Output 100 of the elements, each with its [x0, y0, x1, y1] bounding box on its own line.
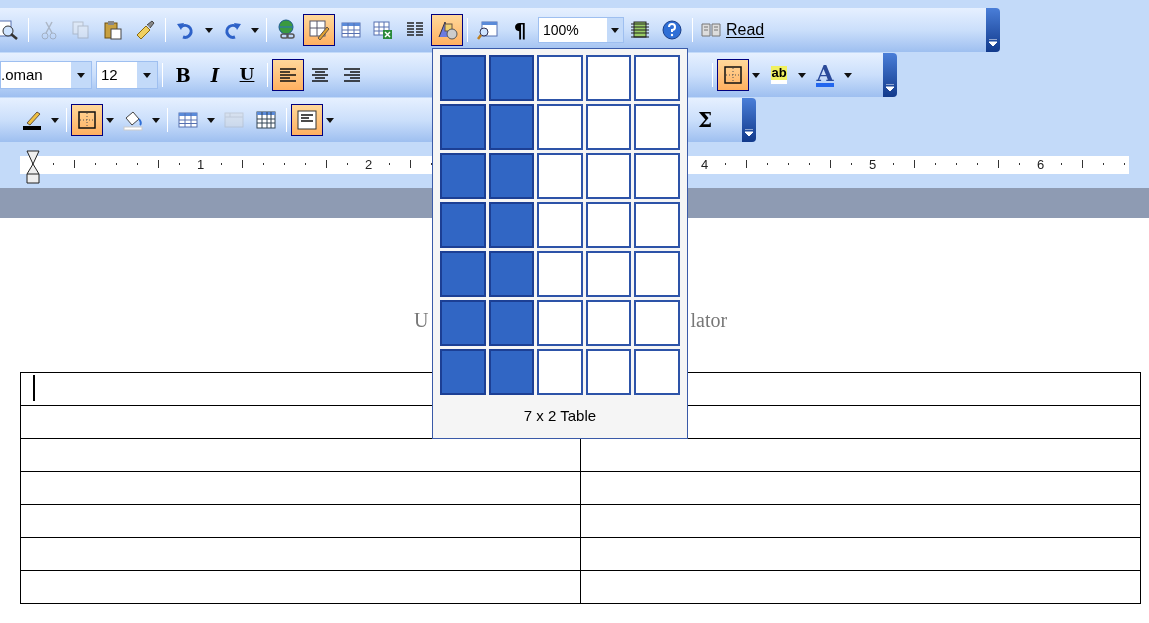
help-icon: [661, 19, 683, 41]
borders-button[interactable]: [717, 59, 749, 91]
grid-cell[interactable]: [634, 300, 680, 346]
document-magnifier-icon: [477, 19, 499, 41]
grid-cell[interactable]: [585, 202, 632, 248]
grid-cell[interactable]: [440, 349, 486, 395]
align-left-button[interactable]: [272, 59, 304, 91]
caret-icon: [205, 27, 213, 33]
grid-cell[interactable]: [440, 153, 486, 199]
table-cell[interactable]: [20, 570, 581, 604]
table-cell[interactable]: [20, 504, 581, 538]
table-cell[interactable]: [20, 471, 581, 505]
cell-alignment-button[interactable]: [291, 104, 323, 136]
toolbar-options-button[interactable]: [742, 98, 756, 142]
highlight-button[interactable]: ab: [763, 59, 795, 91]
grid-cell[interactable]: [537, 55, 583, 101]
table-icon: [177, 109, 199, 131]
zoom-combo[interactable]: 100%: [538, 17, 624, 43]
grid-cell[interactable]: [634, 251, 680, 297]
caret-icon: [844, 72, 852, 78]
split-cells-icon: [255, 109, 277, 131]
grid-cell[interactable]: [440, 104, 486, 150]
heading-text: U: [414, 308, 429, 333]
table-cell[interactable]: [580, 537, 1141, 571]
grid-cell[interactable]: [537, 349, 583, 395]
table-pencil-icon: [308, 19, 330, 41]
bold-button[interactable]: B: [167, 59, 199, 91]
grid-cell[interactable]: [585, 153, 632, 199]
caret-icon: [143, 72, 151, 78]
shapes-icon: [436, 19, 458, 41]
grid-cell[interactable]: [488, 55, 535, 101]
grid-cell[interactable]: [440, 251, 486, 297]
globe-link-icon: [276, 19, 298, 41]
grid-cell[interactable]: [488, 202, 535, 248]
caret-icon: [798, 72, 806, 78]
merge-cells-icon: [223, 109, 245, 131]
grid-cell[interactable]: [488, 300, 535, 346]
grid-cell[interactable]: [488, 104, 535, 150]
grid-cell[interactable]: [440, 300, 486, 346]
caret-icon: [752, 72, 760, 78]
clipboard-icon: [102, 19, 124, 41]
grid-cell[interactable]: [537, 104, 583, 150]
border-grid-icon: [76, 109, 98, 131]
caret-icon: [106, 117, 114, 123]
caret-icon: [611, 27, 619, 33]
tables-borders-button[interactable]: [303, 14, 335, 46]
toolbar-options-button[interactable]: [986, 8, 1000, 52]
grid-cell[interactable]: [537, 300, 583, 346]
indent-marker-icon[interactable]: [26, 150, 40, 184]
grid-cell[interactable]: [585, 55, 632, 101]
grid-cell[interactable]: [634, 153, 680, 199]
autosum-button[interactable]: Σ: [689, 104, 721, 136]
grid-cell[interactable]: [537, 153, 583, 199]
table-cell[interactable]: [20, 537, 581, 571]
grid-cell[interactable]: [634, 349, 680, 395]
grid-cell[interactable]: [488, 349, 535, 395]
grid-cell[interactable]: [488, 153, 535, 199]
grid-cell[interactable]: [585, 104, 632, 150]
border-grid-icon: [722, 64, 744, 86]
grid-cell[interactable]: [585, 349, 632, 395]
table-cell[interactable]: [580, 504, 1141, 538]
underline-button[interactable]: U: [231, 59, 263, 91]
spreadsheet-icon: [372, 19, 394, 41]
chevron-down-icon: [886, 84, 894, 91]
grid-cell[interactable]: [440, 55, 486, 101]
table-cell[interactable]: [580, 471, 1141, 505]
text-cursor: [33, 375, 35, 401]
grid-cell[interactable]: [634, 55, 680, 101]
italic-button[interactable]: I: [199, 59, 231, 91]
paint-bucket-icon: [122, 109, 144, 131]
chevron-down-icon: [745, 129, 753, 136]
grid-cell[interactable]: [537, 251, 583, 297]
page-lines-icon: [629, 19, 651, 41]
cell-alignment-icon: [296, 109, 318, 131]
grid-cell[interactable]: [585, 300, 632, 346]
caret-icon: [51, 117, 59, 123]
grid-cell[interactable]: [634, 104, 680, 150]
read-button[interactable]: Read: [697, 14, 768, 46]
caret-icon: [152, 117, 160, 123]
chevron-down-icon: [989, 39, 997, 46]
popup-caption: 7 x 2 Table: [522, 406, 598, 426]
font-color-button[interactable]: A: [809, 59, 841, 91]
grid-cell[interactable]: [634, 202, 680, 248]
grid-cell[interactable]: [488, 251, 535, 297]
caret-icon: [77, 72, 85, 78]
caret-icon: [207, 117, 215, 123]
paintbrush-icon: [134, 19, 156, 41]
copy-icon: [70, 19, 92, 41]
borders-button[interactable]: [71, 104, 103, 136]
show-hide-button[interactable]: ¶: [504, 14, 536, 46]
table-cell[interactable]: [580, 570, 1141, 604]
font-combo[interactable]: .oman: [0, 61, 92, 89]
grid-cell[interactable]: [537, 202, 583, 248]
caret-icon: [251, 27, 259, 33]
grid-cell[interactable]: [440, 202, 486, 248]
font-size-combo[interactable]: 12: [96, 61, 158, 89]
drawing-button[interactable]: [431, 14, 463, 46]
toolbar-options-button[interactable]: [883, 53, 897, 97]
grid-cell[interactable]: [585, 251, 632, 297]
table-icon: [340, 19, 362, 41]
